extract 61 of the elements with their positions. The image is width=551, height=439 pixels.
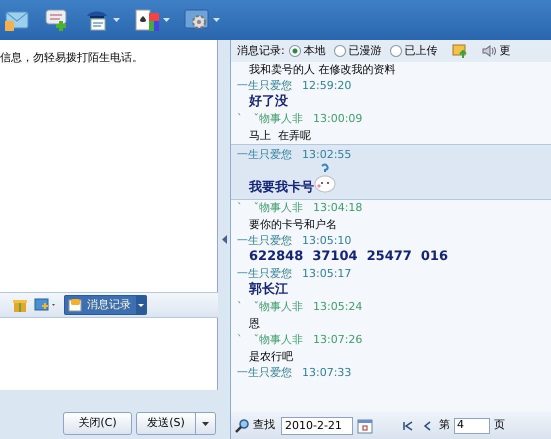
date-field[interactable]: 2010-2-21 bbox=[281, 416, 353, 434]
message-time: 13:07:33 bbox=[302, 364, 352, 380]
upload-icon[interactable] bbox=[452, 43, 468, 59]
radio-option[interactable]: 本地 bbox=[288, 42, 326, 60]
caret-icon bbox=[113, 18, 120, 22]
sender-name: 一生只爱您 bbox=[237, 146, 292, 162]
message-time: 13:00:09 bbox=[313, 110, 362, 126]
caret-icon bbox=[213, 18, 220, 22]
radio-icon bbox=[288, 45, 301, 57]
notice-text: 信息，勿轻易拨打陌生电话。 bbox=[0, 51, 143, 64]
page-prefix: 第 bbox=[439, 417, 450, 434]
message-time: 13:02:55 bbox=[302, 146, 352, 162]
bunny-emoticon-icon bbox=[314, 163, 336, 193]
radio-option[interactable]: 已漫游 bbox=[334, 42, 382, 60]
caret-icon bbox=[202, 422, 209, 426]
message-text: 马上 在弄呢 bbox=[249, 128, 311, 144]
sender-name: 一生只爱您 bbox=[237, 364, 292, 380]
page-suffix: 页 bbox=[494, 417, 505, 434]
message-time: 12:59:20 bbox=[302, 78, 352, 94]
message-text: 好了没 bbox=[249, 92, 288, 110]
sender-name: ` ˇ物事人非 bbox=[237, 110, 303, 126]
radio-icon bbox=[334, 45, 346, 57]
search-icon[interactable] bbox=[235, 418, 249, 432]
message-time: 13:05:17 bbox=[302, 266, 352, 282]
radio-icon bbox=[390, 45, 402, 57]
message-input[interactable] bbox=[0, 318, 218, 390]
sender-name: ` ˇ物事人非 bbox=[237, 332, 303, 348]
caret-icon bbox=[163, 18, 170, 22]
speaker-icon[interactable] bbox=[482, 44, 496, 58]
search-label[interactable]: 查找 bbox=[253, 417, 275, 434]
message-time: 13:05:10 bbox=[302, 232, 352, 248]
page-field[interactable]: 4 bbox=[454, 418, 490, 434]
gift-icon[interactable] bbox=[12, 297, 28, 313]
message-text: 要你的卡号和户名 bbox=[249, 216, 337, 232]
message-text: 622848 37104 25477 016 bbox=[249, 248, 448, 266]
message-text: 我要我卡号 bbox=[249, 178, 314, 196]
message-text: 是农行吧 bbox=[249, 348, 293, 364]
history-button[interactable]: 消息记录 bbox=[64, 295, 147, 315]
radio-option[interactable]: 已上传 bbox=[390, 42, 438, 60]
previous-page-icon[interactable] bbox=[423, 420, 431, 430]
close-button[interactable]: 关闭(C) bbox=[63, 412, 132, 435]
caret-icon bbox=[138, 304, 144, 306]
screen-add-icon[interactable] bbox=[34, 297, 58, 313]
calendar-icon[interactable] bbox=[357, 418, 373, 434]
cards-icon bbox=[134, 7, 160, 33]
sender-name: ` ˇ物事人非 bbox=[237, 200, 303, 216]
message-text: 恩 bbox=[249, 316, 260, 332]
message-time: 13:04:18 bbox=[313, 200, 362, 216]
chat-note-icon bbox=[68, 298, 82, 312]
message-time: 13:07:26 bbox=[313, 332, 362, 348]
message-text: 郭长江 bbox=[249, 280, 288, 298]
sender-name: 一生只爱您 bbox=[237, 266, 292, 282]
message-time: 13:05:24 bbox=[313, 298, 362, 314]
history-label: 消息记录: bbox=[237, 42, 285, 59]
sender-name: ` ˇ物事人非 bbox=[237, 298, 303, 314]
sender-name: 一生只爱您 bbox=[237, 78, 292, 94]
message-text: 我和卖号的人 在修改我的资料 bbox=[249, 62, 396, 78]
speaker-label: 更 bbox=[500, 42, 511, 59]
collapse-arrow-icon[interactable] bbox=[222, 235, 226, 244]
first-page-icon[interactable] bbox=[403, 420, 413, 430]
sender-name: 一生只爱您 bbox=[237, 232, 292, 248]
